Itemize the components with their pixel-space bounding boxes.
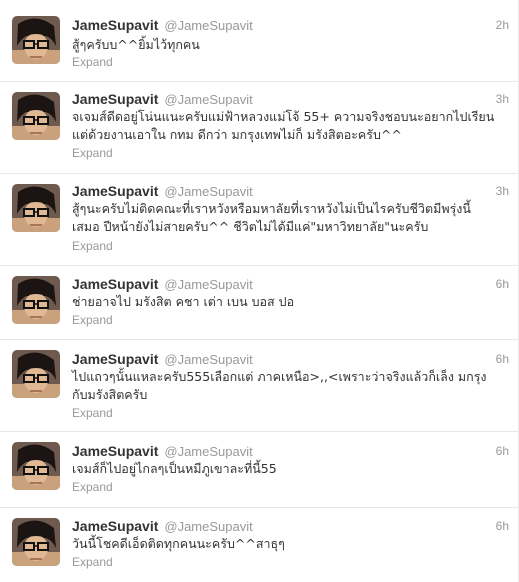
tweet[interactable]: JameSupavit @JameSupavit 6h ช่ายอาจไป มรั…	[0, 266, 519, 340]
avatar[interactable]	[12, 184, 60, 232]
tweet-header: JameSupavit @JameSupavit	[72, 517, 253, 535]
tweet-header: JameSupavit @JameSupavit	[72, 350, 253, 368]
username[interactable]: @JameSupavit	[164, 184, 252, 199]
fullname[interactable]: JameSupavit	[72, 276, 158, 292]
tweet-header: JameSupavit @JameSupavit	[72, 275, 253, 293]
timestamp[interactable]: 2h	[496, 16, 509, 34]
timestamp[interactable]: 6h	[496, 442, 509, 460]
timeline: JameSupavit @JameSupavit 2h สู้ๆครับบ^^ยิ…	[0, 0, 519, 582]
tweet-header: JameSupavit @JameSupavit	[72, 442, 253, 460]
tweet[interactable]: JameSupavit @JameSupavit 2h สู้ๆครับบ^^ยิ…	[0, 0, 519, 82]
expand-link[interactable]: Expand	[72, 238, 113, 254]
fullname[interactable]: JameSupavit	[72, 351, 158, 367]
avatar[interactable]	[12, 16, 60, 64]
timestamp[interactable]: 6h	[496, 275, 509, 293]
username[interactable]: @JameSupavit	[164, 277, 252, 292]
tweet[interactable]: JameSupavit @JameSupavit 3h จเจมส์ดีดอยู่…	[0, 82, 519, 174]
username[interactable]: @JameSupavit	[164, 352, 252, 367]
fullname[interactable]: JameSupavit	[72, 17, 158, 33]
fullname[interactable]: JameSupavit	[72, 91, 158, 107]
tweet-text: สู้ๆครับบ^^ยิ้มไว้ทุกคน	[72, 37, 200, 52]
tweet[interactable]: JameSupavit @JameSupavit 6h เจมส์ก็ไปอยู่…	[0, 432, 519, 508]
avatar[interactable]	[12, 276, 60, 324]
tweet-text: สู้ๆนะครับไม่ติดคณะที่เราหวังหรือมหาลัยท…	[72, 201, 471, 234]
tweet[interactable]: JameSupavit @JameSupavit 6h ไปแถวๆนั้นแหล…	[0, 340, 519, 432]
fullname[interactable]: JameSupavit	[72, 443, 158, 459]
tweet-text: จเจมส์ดีดอยู่โน่นแนะครับแม่ฟ้าหลวงแม่โจ้…	[72, 109, 495, 142]
username[interactable]: @JameSupavit	[164, 519, 252, 534]
username[interactable]: @JameSupavit	[164, 18, 252, 33]
username[interactable]: @JameSupavit	[164, 444, 252, 459]
timestamp[interactable]: 6h	[496, 350, 509, 368]
tweet-header: JameSupavit @JameSupavit	[72, 182, 253, 200]
expand-link[interactable]: Expand	[72, 405, 113, 421]
tweet-text: ช่ายอาจไป มรังสิต คชา เต่า เบน บอส ปอ	[72, 294, 295, 309]
avatar[interactable]	[12, 442, 60, 490]
tweet-text: เจมส์ก็ไปอยู่ไกลๆเป็นหมีภูเขาละที่นี้55	[72, 461, 277, 476]
expand-link[interactable]: Expand	[72, 54, 113, 70]
expand-link[interactable]: Expand	[72, 312, 113, 328]
tweet-text: วันนี้โชคดีเอ็ดติดทุกคนนะครับ^^สาธุๆ	[72, 536, 285, 551]
avatar[interactable]	[12, 92, 60, 140]
tweet-header: JameSupavit @JameSupavit	[72, 16, 253, 34]
tweet[interactable]: JameSupavit @JameSupavit 3h สู้ๆนะครับไม่…	[0, 174, 519, 266]
timestamp[interactable]: 6h	[496, 517, 509, 535]
expand-link[interactable]: Expand	[72, 479, 113, 495]
fullname[interactable]: JameSupavit	[72, 518, 158, 534]
fullname[interactable]: JameSupavit	[72, 183, 158, 199]
tweet-text: ไปแถวๆนั้นแหละครับ555เลือกแต่ ภาคเหนือ>,…	[72, 369, 487, 402]
tweet-header: JameSupavit @JameSupavit	[72, 90, 253, 108]
username[interactable]: @JameSupavit	[164, 92, 252, 107]
expand-link[interactable]: Expand	[72, 145, 113, 161]
expand-link[interactable]: Expand	[72, 554, 113, 570]
timestamp[interactable]: 3h	[496, 182, 509, 200]
avatar[interactable]	[12, 350, 60, 398]
timestamp[interactable]: 3h	[496, 90, 509, 108]
tweet[interactable]: JameSupavit @JameSupavit 6h วันนี้โชคดีเอ…	[0, 508, 519, 582]
avatar[interactable]	[12, 518, 60, 566]
